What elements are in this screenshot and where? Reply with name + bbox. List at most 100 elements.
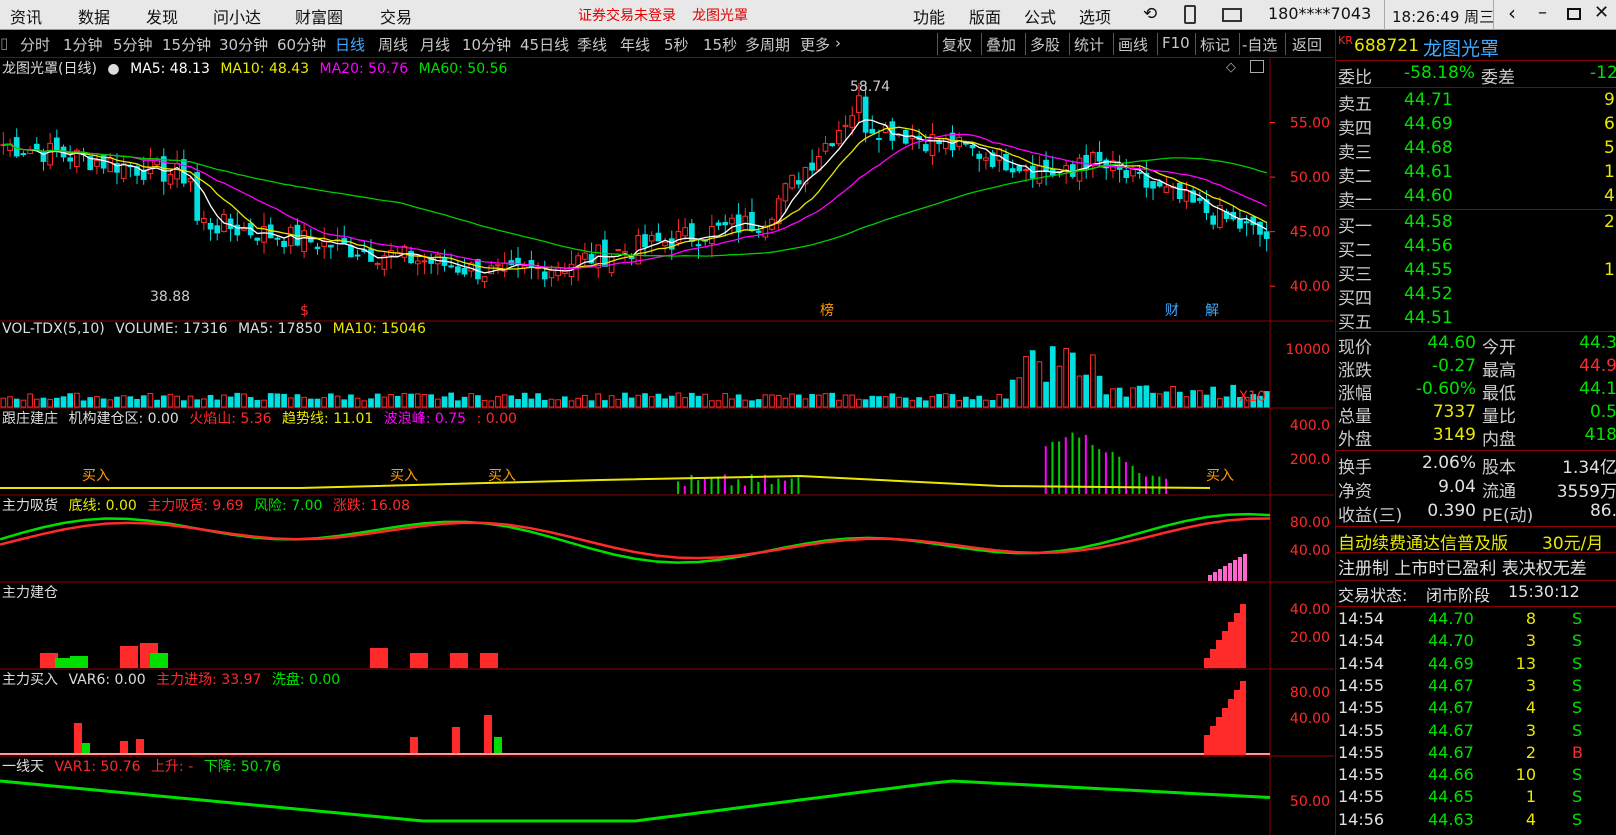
tab-period-8[interactable]: 月线 xyxy=(420,34,450,55)
tab-period-3[interactable]: 15分钟 xyxy=(162,34,211,55)
ind4-bar xyxy=(452,727,460,755)
candle-body xyxy=(1023,169,1029,172)
chart-canvas[interactable]: 55.00 50.00 45.00 40.00 58.74 38.88 $ 榜 财 解 10000 X… xyxy=(0,58,1334,835)
menu-layout[interactable]: 版面 xyxy=(969,4,1001,28)
volume-unit-label: X10 xyxy=(1239,389,1266,405)
menu-function[interactable]: 功能 xyxy=(913,4,945,28)
tab-period-7[interactable]: 周线 xyxy=(378,34,408,55)
ad-price[interactable]: 30元/月 xyxy=(1542,529,1603,554)
ad-text-2[interactable]: 注册制 上市时已盈利 表决权无差 xyxy=(1338,554,1587,579)
tool-fuquan[interactable]: 复权 xyxy=(942,34,972,55)
tool-watchlist[interactable]: -自选 xyxy=(1242,34,1277,55)
tab-period-1[interactable]: 1分钟 xyxy=(63,34,103,55)
tool-statistics[interactable]: 统计 xyxy=(1074,34,1104,55)
stat2-value: 2.06% xyxy=(1421,453,1476,473)
phone-icon[interactable] xyxy=(1184,5,1196,24)
login-alert[interactable]: 证券交易未登录 xyxy=(578,5,676,25)
ask-label: 卖四 xyxy=(1338,119,1372,139)
ind3-bar xyxy=(1228,622,1234,668)
ad-row-1[interactable]: 自动续费通达信普及版 30元/月 xyxy=(1336,529,1616,554)
ad-row-2[interactable]: 注册制 上市时已盈利 表决权无差 xyxy=(1336,554,1616,579)
ind1-l3: 趋势线: 11.01 xyxy=(282,411,374,427)
tab-period-5[interactable]: 60分钟 xyxy=(277,34,326,55)
menu-wenxiaoda[interactable]: 问小达 xyxy=(213,4,261,28)
panel-toggle-icon[interactable]: ▯ xyxy=(0,34,8,52)
mail-icon[interactable] xyxy=(1222,8,1242,22)
tab-period-daily[interactable]: 日线 xyxy=(335,34,365,55)
tab-period-12[interactable]: 年线 xyxy=(620,34,650,55)
account-label[interactable]: 180****7043 xyxy=(1268,4,1371,23)
menu-discover[interactable]: 发现 xyxy=(146,4,178,28)
volume-bar xyxy=(120,395,127,408)
tick-price: 44.67 xyxy=(1428,698,1474,718)
candle-body xyxy=(281,240,287,248)
tick-row: 14:56 44.63 4 S xyxy=(1336,810,1616,833)
volume-bar xyxy=(401,393,408,408)
volume-bar xyxy=(274,393,281,408)
tab-period-15[interactable]: 多周期 xyxy=(745,34,790,55)
tab-period-more[interactable]: 更多 xyxy=(800,34,830,55)
tool-overlay[interactable]: 叠加 xyxy=(986,34,1016,55)
diamond-icon[interactable]: ◇ xyxy=(1226,60,1236,75)
ind2-bar xyxy=(1243,554,1247,581)
candle-body xyxy=(53,137,60,152)
volume-bar xyxy=(294,394,301,408)
candle-body xyxy=(461,267,468,275)
volume-bar xyxy=(749,400,755,408)
ad-text-1[interactable]: 自动续费通达信普及版 xyxy=(1338,529,1508,554)
tab-period-14[interactable]: 15秒 xyxy=(703,34,737,55)
tool-back[interactable]: 返回 xyxy=(1292,34,1322,55)
tab-period-13[interactable]: 5秒 xyxy=(664,34,689,55)
tool-f10[interactable]: F10 xyxy=(1162,34,1190,52)
volume-bar xyxy=(134,399,140,408)
ind4-bar xyxy=(1216,717,1222,755)
tool-multi-stock[interactable]: 多股 xyxy=(1030,34,1060,55)
tab-period-4[interactable]: 30分钟 xyxy=(219,34,268,55)
volume-bar xyxy=(408,393,414,408)
maximize-icon[interactable] xyxy=(1567,8,1581,20)
tab-period-11[interactable]: 季线 xyxy=(577,34,607,55)
ind5-title: 一线天 xyxy=(2,759,44,775)
minimize-icon[interactable]: – xyxy=(1538,2,1547,23)
tab-period-10[interactable]: 45日线 xyxy=(520,34,569,55)
tab-period-9[interactable]: 10分钟 xyxy=(462,34,511,55)
tab-period-2[interactable]: 5分钟 xyxy=(113,34,153,55)
chevron-right-icon[interactable]: › xyxy=(835,34,841,52)
menu-trade[interactable]: 交易 xyxy=(380,4,412,28)
candle-body xyxy=(648,234,655,242)
volume-bar xyxy=(849,394,856,408)
dropdown-icon[interactable]: ● xyxy=(107,61,119,77)
volume-bar xyxy=(929,395,936,408)
volume-bar xyxy=(1043,381,1049,408)
candle-body xyxy=(1196,198,1203,201)
menu-data[interactable]: 数据 xyxy=(78,4,110,28)
panel-icon[interactable] xyxy=(1250,60,1264,73)
menu-options[interactable]: 选项 xyxy=(1079,4,1111,28)
ask-price: 44.60 xyxy=(1404,186,1453,206)
volume-bar xyxy=(742,399,749,408)
candle-body xyxy=(27,149,33,155)
volume-bar xyxy=(909,399,916,408)
volume-value: VOLUME: 17316 xyxy=(115,321,228,337)
back-arrow-icon[interactable]: ‹ xyxy=(1508,1,1516,25)
menu-news[interactable]: 资讯 xyxy=(10,4,42,28)
candle-body xyxy=(434,254,441,265)
menu-wealth-circle[interactable]: 财富圈 xyxy=(295,4,343,28)
tool-draw-line[interactable]: 画线 xyxy=(1118,34,1148,55)
tool-mark[interactable]: 标记 xyxy=(1200,34,1230,55)
volume-bar xyxy=(642,393,648,408)
ind1-bar xyxy=(1151,475,1154,494)
volume-bar xyxy=(461,396,468,408)
volume-bar xyxy=(321,397,328,408)
volume-bar xyxy=(455,400,461,408)
menu-formula[interactable]: 公式 xyxy=(1024,4,1056,28)
refresh-icon[interactable]: ⟲ xyxy=(1143,4,1157,24)
volume-bar xyxy=(1103,394,1110,408)
volume-bar xyxy=(314,398,321,408)
volume-bar xyxy=(568,400,575,408)
tab-period-0[interactable]: 分时 xyxy=(20,34,50,55)
tick-side: B xyxy=(1572,742,1583,762)
close-icon[interactable]: ✕ xyxy=(1594,2,1609,23)
candle-body xyxy=(94,160,100,167)
bid-label: 买四 xyxy=(1338,289,1372,309)
